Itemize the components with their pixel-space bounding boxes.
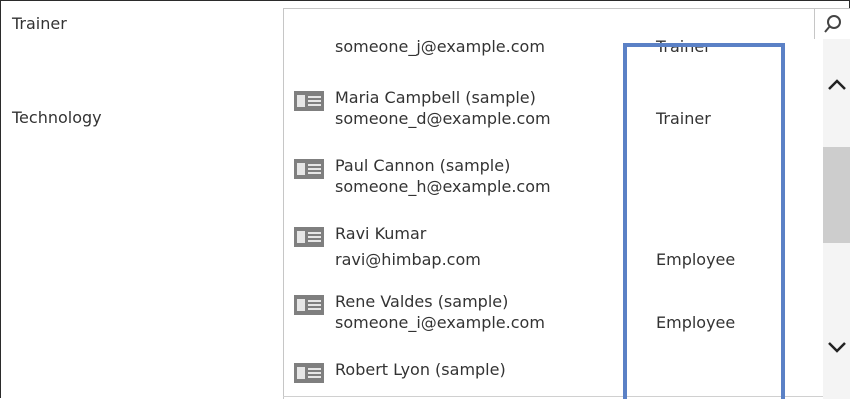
role-column-highlight <box>623 43 785 399</box>
contact-email: someone_d@example.com <box>335 109 551 128</box>
scrollbar-thumb[interactable] <box>823 147 850 243</box>
contact-name: Paul Cannon (sample) <box>335 156 511 175</box>
chevron-up-icon[interactable] <box>826 77 848 93</box>
chevron-down-icon[interactable] <box>826 339 848 355</box>
contact-name: Ravi Kumar <box>335 224 427 243</box>
trainer-label: Trainer <box>12 14 67 33</box>
contact-email: someone_j@example.com <box>335 39 545 56</box>
contact-card-icon <box>294 91 324 111</box>
contact-name: Rene Valdes (sample) <box>335 292 509 311</box>
vertical-scrollbar[interactable] <box>823 39 850 399</box>
technology-label: Technology <box>12 108 102 127</box>
contact-card-icon <box>294 295 324 315</box>
lookup-search-button[interactable] <box>814 8 850 40</box>
contact-email: someone_i@example.com <box>335 313 545 332</box>
contact-email: someone_h@example.com <box>335 177 551 196</box>
contact-card-icon <box>294 363 324 383</box>
contact-card-icon <box>294 227 324 247</box>
trainer-lookup-input[interactable] <box>283 8 814 40</box>
contact-email: ravi@himbap.com <box>335 250 481 269</box>
contact-name: Maria Campbell (sample) <box>335 88 536 107</box>
contact-card-icon <box>294 159 324 179</box>
search-icon <box>824 15 841 33</box>
contact-name: Robert Lyon (sample) <box>335 360 506 379</box>
